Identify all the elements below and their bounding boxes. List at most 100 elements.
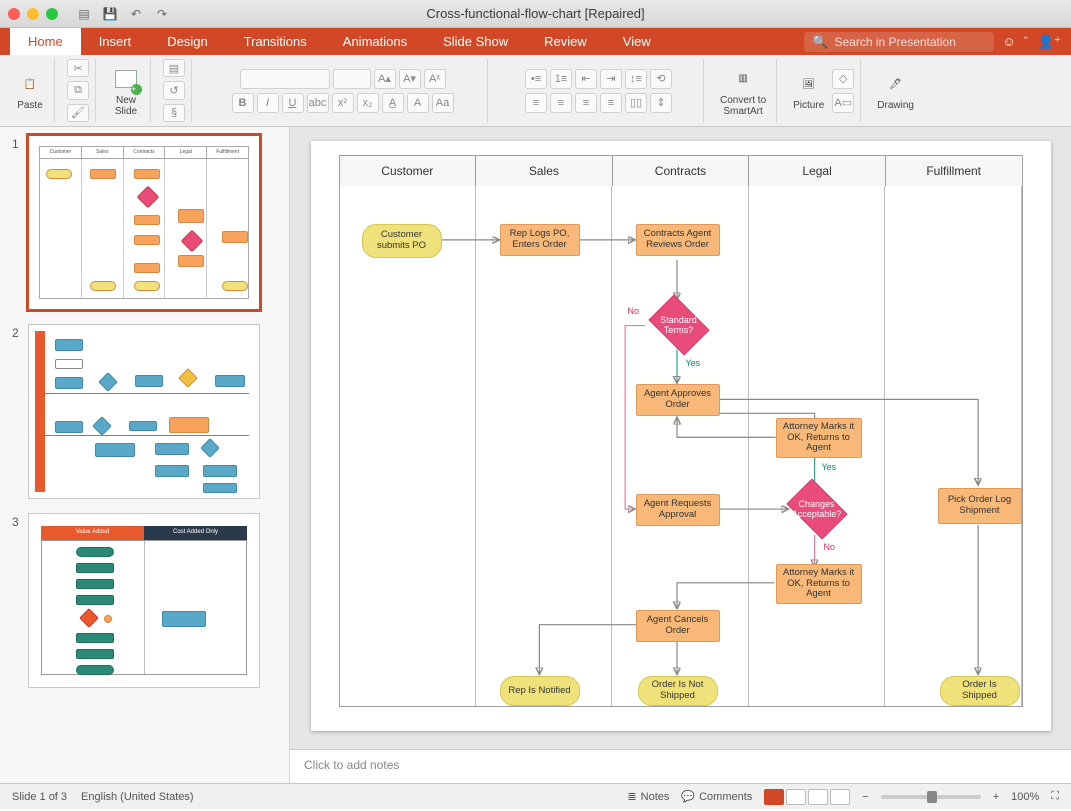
text-direction-button[interactable]: ⟲ bbox=[650, 69, 672, 89]
drawing-button[interactable]: 🖊 Drawing bbox=[873, 66, 918, 115]
textbox-button[interactable]: A▭ bbox=[832, 93, 854, 113]
superscript-button[interactable]: x² bbox=[332, 93, 354, 113]
node-standard-terms[interactable]: Standard Terms? bbox=[644, 300, 714, 350]
notes-toggle[interactable]: ≣Notes bbox=[627, 790, 669, 803]
reading-view-button[interactable] bbox=[808, 789, 828, 805]
sorter-view-button[interactable] bbox=[786, 789, 806, 805]
reset-button[interactable]: ↺ bbox=[163, 81, 185, 99]
minimize-window-button[interactable] bbox=[27, 8, 39, 20]
bullets-button[interactable]: •≡ bbox=[525, 69, 547, 89]
search-box[interactable]: 🔍 bbox=[804, 32, 994, 52]
align-text-button[interactable]: ⇕ bbox=[650, 93, 672, 113]
indent-left-button[interactable]: ⇤ bbox=[575, 69, 597, 89]
autosave-icon[interactable]: ▤ bbox=[76, 6, 92, 22]
change-case-button[interactable]: Aa bbox=[432, 93, 454, 113]
copy-button[interactable]: ⧉ bbox=[67, 81, 89, 99]
node-customer-po[interactable]: Customer submits PO bbox=[362, 224, 442, 258]
titlebar: ▤ 💾 ↶ ↷ Cross-functional-flow-chart [Rep… bbox=[0, 0, 1071, 28]
shapes-button[interactable]: ◇ bbox=[832, 69, 854, 89]
zoom-in-button[interactable]: + bbox=[993, 791, 999, 803]
picture-button[interactable]: 🖼 Picture bbox=[789, 66, 828, 115]
cut-button[interactable]: ✂ bbox=[67, 59, 89, 77]
align-right-button[interactable]: ≡ bbox=[575, 93, 597, 113]
numbering-button[interactable]: 1≡ bbox=[550, 69, 572, 89]
node-review[interactable]: Contracts Agent Reviews Order bbox=[636, 224, 720, 256]
share-icon[interactable]: 👤⁺ bbox=[1038, 34, 1061, 50]
section-button[interactable]: § bbox=[163, 104, 185, 122]
underline-button[interactable]: U bbox=[282, 93, 304, 113]
zoom-slider[interactable] bbox=[881, 795, 981, 799]
slideshow-view-button[interactable] bbox=[830, 789, 850, 805]
convert-smartart-button[interactable]: ▥ Convert to SmartArt bbox=[716, 61, 770, 121]
slide-thumbnail-1[interactable]: Customer Sales Contracts Legal Fulfillme… bbox=[28, 135, 260, 310]
indent-right-button[interactable]: ⇥ bbox=[600, 69, 622, 89]
fit-window-button[interactable]: ⛶ bbox=[1051, 790, 1059, 803]
ribbon-options-icon[interactable]: ˆ bbox=[1024, 34, 1028, 49]
increase-font-button[interactable]: A▴ bbox=[374, 69, 396, 89]
new-slide-button[interactable]: + New Slide bbox=[108, 61, 144, 121]
node-attorney-ok-2[interactable]: Attorney Marks it OK, Returns to Agent bbox=[776, 564, 862, 604]
align-left-button[interactable]: ≡ bbox=[525, 93, 547, 113]
clear-format-button[interactable]: Aˣ bbox=[424, 69, 446, 89]
layout-button[interactable]: ▤ bbox=[163, 59, 185, 77]
save-icon[interactable]: 💾 bbox=[102, 6, 118, 22]
zoom-level[interactable]: 100% bbox=[1011, 791, 1039, 803]
bold-button[interactable]: B bbox=[232, 93, 254, 113]
tab-transitions[interactable]: Transitions bbox=[226, 28, 325, 55]
node-rep-notified[interactable]: Rep Is Notified bbox=[500, 676, 580, 706]
tab-slideshow[interactable]: Slide Show bbox=[425, 28, 526, 55]
justify-button[interactable]: ≡ bbox=[600, 93, 622, 113]
align-center-button[interactable]: ≡ bbox=[550, 93, 572, 113]
decrease-font-button[interactable]: A▾ bbox=[399, 69, 421, 89]
italic-button[interactable]: I bbox=[257, 93, 279, 113]
lane-header-sales[interactable]: Sales bbox=[476, 156, 613, 186]
tab-review[interactable]: Review bbox=[526, 28, 605, 55]
normal-view-button[interactable] bbox=[764, 789, 784, 805]
line-spacing-button[interactable]: ↕≡ bbox=[625, 69, 647, 89]
search-input[interactable] bbox=[835, 35, 987, 49]
node-requests-approval[interactable]: Agent Requests Approval bbox=[636, 494, 720, 526]
node-approves[interactable]: Agent Approves Order bbox=[636, 384, 720, 416]
node-not-shipped[interactable]: Order Is Not Shipped bbox=[638, 676, 718, 706]
paste-button[interactable]: 📋 Paste bbox=[12, 66, 48, 115]
lane-header-customer[interactable]: Customer bbox=[340, 156, 477, 186]
notes-pane[interactable]: Click to add notes bbox=[290, 749, 1071, 783]
columns-button[interactable]: ▯▯ bbox=[625, 93, 647, 113]
lane-header-legal[interactable]: Legal bbox=[749, 156, 886, 186]
lane-header-fulfillment[interactable]: Fulfillment bbox=[886, 156, 1022, 186]
slide-thumbnail-2[interactable] bbox=[28, 324, 260, 499]
slide-thumbnail-3[interactable]: Value Added Cost Added Only bbox=[28, 513, 260, 688]
zoom-out-button[interactable]: − bbox=[862, 791, 868, 803]
subscript-button[interactable]: x₂ bbox=[357, 93, 379, 113]
fullscreen-window-button[interactable] bbox=[46, 8, 58, 20]
font-color-button[interactable]: A bbox=[407, 93, 429, 113]
redo-icon[interactable]: ↷ bbox=[154, 6, 170, 22]
slide-canvas-area[interactable]: Customer Sales Contracts Legal Fulfillme… bbox=[290, 127, 1071, 749]
swimlane-diagram[interactable]: Customer Sales Contracts Legal Fulfillme… bbox=[339, 155, 1023, 707]
tab-view[interactable]: View bbox=[605, 28, 669, 55]
tab-insert[interactable]: Insert bbox=[81, 28, 150, 55]
font-family-select[interactable] bbox=[240, 69, 330, 89]
highlight-button[interactable]: A̲ bbox=[382, 93, 404, 113]
tab-animations[interactable]: Animations bbox=[325, 28, 425, 55]
tab-design[interactable]: Design bbox=[149, 28, 225, 55]
lane-header-contracts[interactable]: Contracts bbox=[613, 156, 750, 186]
comments-toggle[interactable]: 💬Comments bbox=[681, 790, 752, 803]
node-attorney-ok-1[interactable]: Attorney Marks it OK, Returns to Agent bbox=[776, 418, 862, 458]
slide-counter[interactable]: Slide 1 of 3 bbox=[12, 791, 67, 803]
node-shipped[interactable]: Order Is Shipped bbox=[940, 676, 1020, 706]
slide-thumbnail-panel[interactable]: 1 Customer Sales Contracts Legal Fulfill… bbox=[0, 127, 290, 783]
node-pick-order[interactable]: Pick Order Log Shipment bbox=[938, 488, 1022, 524]
slide-canvas[interactable]: Customer Sales Contracts Legal Fulfillme… bbox=[311, 141, 1051, 731]
node-rep-logs[interactable]: Rep Logs PO, Enters Order bbox=[500, 224, 580, 256]
node-cancel[interactable]: Agent Cancels Order bbox=[636, 610, 720, 642]
format-painter-button[interactable]: 🖌 bbox=[67, 104, 89, 122]
font-size-select[interactable] bbox=[333, 69, 371, 89]
undo-icon[interactable]: ↶ bbox=[128, 6, 144, 22]
language-indicator[interactable]: English (United States) bbox=[81, 791, 194, 803]
strike-button[interactable]: abc bbox=[307, 93, 329, 113]
close-window-button[interactable] bbox=[8, 8, 20, 20]
node-changes-acceptable[interactable]: Changes Acceptable? bbox=[782, 484, 852, 534]
feedback-icon[interactable]: ☺ bbox=[1002, 34, 1015, 49]
tab-home[interactable]: Home bbox=[10, 28, 81, 55]
